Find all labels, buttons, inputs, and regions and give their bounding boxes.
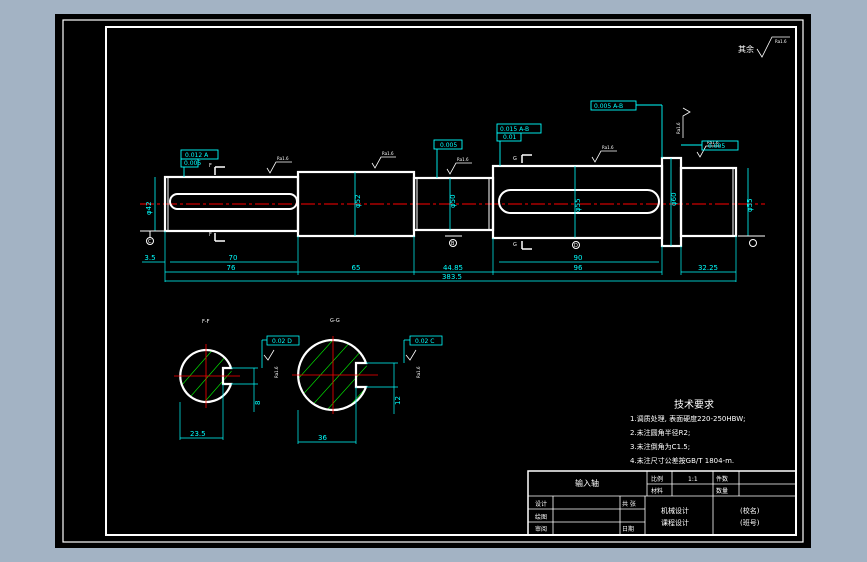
- dim-65: 65: [352, 264, 361, 272]
- svg-text:比例: 比例: [651, 475, 663, 483]
- tech-title: 技术要求: [674, 398, 714, 411]
- cad-drawing: 其余 Ra1.6 φ42 φ52 φ50 φ55 φ60 φ55 C B D F…: [62, 19, 804, 543]
- datum-d: D: [574, 243, 578, 249]
- cut-g-bottom: G: [513, 242, 517, 248]
- svg-text:设计: 设计: [535, 500, 547, 508]
- sec-f-width: 23.5: [190, 430, 206, 438]
- svg-text:Ra1.6: Ra1.6: [277, 156, 289, 161]
- tb-course2: 课程设计: [661, 518, 689, 527]
- section-cut-markers: [214, 154, 532, 250]
- dia-3: φ50: [449, 194, 457, 208]
- sec-f-slot: 8: [254, 401, 262, 405]
- tech-line-3: 3.未注倒角为C1.5;: [630, 442, 690, 451]
- section-gg: G-G 36 12 0.02 C Ra1.6: [292, 318, 443, 444]
- tech-line-4: 4.未注尺寸公差按GB/T 1804-m.: [630, 456, 734, 465]
- section-gg-label: G-G: [330, 318, 340, 324]
- tol-right-runout: 0.005 A-B: [594, 103, 623, 110]
- svg-text:审阅: 审阅: [535, 525, 547, 533]
- tol-left-flat: 0.005: [184, 160, 201, 167]
- svg-text:件数: 件数: [716, 475, 728, 483]
- dia-left: φ42: [145, 201, 153, 215]
- svg-text:Ra1.6: Ra1.6: [416, 366, 421, 378]
- tol-right-flat: 0.005: [708, 143, 725, 150]
- cut-f-top: F: [209, 163, 212, 169]
- tb-class: (班号): [740, 518, 760, 527]
- dim-44-85: 44.85: [443, 264, 463, 272]
- tech-requirements: 技术要求 1.调质处理, 表面硬度220-250HBW; 2.未注圆角半径R2;…: [630, 398, 745, 465]
- roughness-general-label: 其余: [738, 44, 754, 54]
- svg-text:日期: 日期: [622, 525, 634, 533]
- svg-text:Ra1.6: Ra1.6: [676, 122, 681, 134]
- svg-text:Ra1.6: Ra1.6: [457, 157, 469, 162]
- dim-383-5: 383.5: [442, 273, 462, 281]
- roughness-rotated: [682, 107, 691, 138]
- dim-90: 90: [574, 254, 583, 262]
- cut-g-top: G: [513, 156, 517, 162]
- tol-sec-g: 0.02 C: [415, 338, 434, 345]
- dia-5: φ60: [670, 192, 678, 206]
- svg-text:材料: 材料: [651, 487, 663, 495]
- dim-3-5: 3.5: [144, 254, 155, 262]
- dia-4: φ55: [574, 198, 582, 212]
- sec-g-slot: 12: [394, 396, 402, 405]
- section-ff: F-F 23.5 8 0.02 D Ra1.6: [174, 319, 300, 440]
- tol-sec-f: 0.02 D: [272, 338, 292, 345]
- dim-32-25: 32.25: [698, 264, 718, 272]
- tb-course1: 机械设计: [661, 506, 689, 515]
- tech-line-2: 2.未注圆角半径R2;: [630, 428, 690, 437]
- svg-text:Ra1.6: Ra1.6: [382, 151, 394, 156]
- roughness-general-mark: Ra1.6: [775, 39, 787, 44]
- svg-text:绘图: 绘图: [535, 513, 547, 521]
- tol-mid-flat: 0.005: [440, 142, 457, 149]
- keyway-left: [169, 193, 298, 210]
- tol-mid-flat2: 0.01: [503, 134, 517, 141]
- sec-g-width: 36: [318, 434, 327, 442]
- datum-c: C: [148, 239, 152, 245]
- tol-mid-runout: 0.015 A-B: [500, 126, 529, 133]
- svg-text:共 张: 共 张: [622, 500, 636, 508]
- dim-96: 96: [574, 264, 583, 272]
- tech-line-1: 1.调质处理, 表面硬度220-250HBW;: [630, 414, 745, 423]
- svg-text:1:1: 1:1: [688, 476, 698, 483]
- dia-2: φ52: [354, 194, 362, 208]
- tb-part-name: 输入轴: [575, 478, 599, 488]
- dim-76: 76: [227, 264, 236, 272]
- cut-f-bottom: F: [209, 232, 212, 238]
- dim-70: 70: [229, 254, 238, 262]
- roughness-general: 其余 Ra1.6: [738, 36, 790, 58]
- svg-text:Ra1.6: Ra1.6: [602, 145, 614, 150]
- svg-text:Ra1.6: Ra1.6: [274, 366, 279, 378]
- svg-text:数量: 数量: [716, 487, 728, 495]
- tol-left-runout: 0.012 A: [185, 152, 209, 159]
- section-ff-label: F-F: [202, 319, 210, 325]
- datum-b: B: [451, 241, 455, 247]
- tb-school: (校名): [740, 506, 760, 515]
- drawing-viewport[interactable]: 其余 Ra1.6 φ42 φ52 φ50 φ55 φ60 φ55 C B D F…: [55, 14, 811, 548]
- dia-6: φ55: [746, 198, 754, 212]
